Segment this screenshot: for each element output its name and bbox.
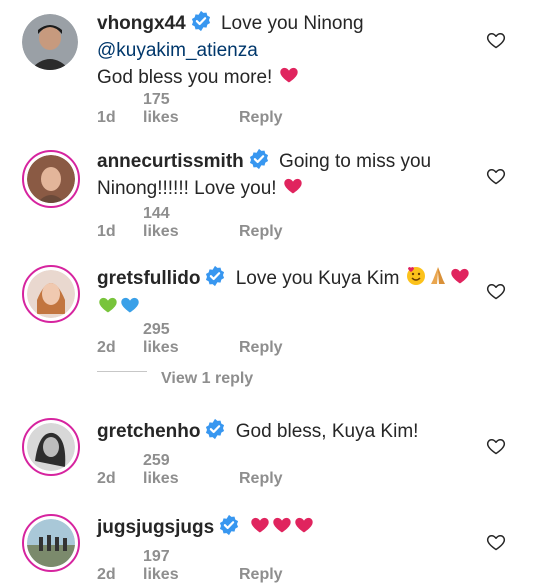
like-heart-icon[interactable]: [486, 166, 506, 186]
likes-count[interactable]: 175 likes: [143, 91, 209, 127]
comment-text: Love you Kuya Kim: [235, 268, 400, 289]
reply-button[interactable]: Reply: [239, 223, 283, 241]
mention-link[interactable]: @kuyakim_atienza: [97, 40, 258, 61]
verified-icon: [248, 148, 270, 170]
username[interactable]: vhongx44: [97, 13, 186, 34]
red-heart-icon: [278, 65, 300, 85]
comment-text: God bless you more!: [97, 67, 273, 88]
comment-text: Going to miss you: [279, 151, 432, 172]
verified-icon: [204, 418, 226, 440]
timestamp: 2d: [97, 566, 116, 583]
red-heart-icon: [249, 515, 271, 535]
replies-divider: [97, 371, 147, 372]
blue-heart-icon: [119, 295, 141, 323]
avatar[interactable]: [22, 14, 78, 70]
likes-count[interactable]: 295 likes: [143, 321, 209, 357]
red-heart-icon: [449, 266, 471, 286]
likes-count[interactable]: 259 likes: [143, 452, 209, 488]
avatar[interactable]: [22, 265, 80, 323]
likes-count[interactable]: 144 likes: [143, 205, 209, 241]
like-heart-icon[interactable]: [486, 436, 506, 456]
comment-text: God bless, Kuya Kim!: [235, 421, 419, 442]
username[interactable]: annecurtissmith: [97, 151, 244, 172]
timestamp: 1d: [97, 109, 116, 126]
green-heart-icon: [97, 295, 119, 323]
verified-icon: [218, 514, 240, 536]
likes-count[interactable]: 197 likes: [143, 548, 209, 584]
reply-button[interactable]: Reply: [239, 566, 283, 584]
avatar[interactable]: [22, 418, 80, 476]
comment-text: Love you Ninong: [220, 13, 364, 34]
verified-icon: [190, 10, 212, 32]
timestamp: 2d: [97, 339, 116, 356]
username[interactable]: gretchenho: [97, 421, 200, 442]
avatar[interactable]: [22, 514, 80, 572]
folded-hands-icon: [427, 264, 449, 294]
reply-button[interactable]: Reply: [239, 470, 283, 488]
red-heart-icon: [282, 176, 304, 196]
reply-button[interactable]: Reply: [239, 109, 283, 127]
view-replies-button[interactable]: View 1 reply: [161, 370, 253, 388]
username[interactable]: gretsfullido: [97, 268, 200, 289]
username[interactable]: jugsjugsjugs: [97, 517, 214, 538]
red-heart-icon: [271, 515, 293, 535]
timestamp: 2d: [97, 470, 116, 487]
like-heart-icon[interactable]: [486, 30, 506, 50]
avatar[interactable]: [22, 150, 80, 208]
timestamp: 1d: [97, 223, 116, 240]
reply-button[interactable]: Reply: [239, 339, 283, 357]
like-heart-icon[interactable]: [486, 281, 506, 301]
verified-icon: [204, 265, 226, 287]
smiling-face-with-hearts-icon: [405, 264, 427, 294]
like-heart-icon[interactable]: [486, 532, 506, 552]
comment-text: Ninong!!!!!! Love you!: [97, 178, 277, 199]
red-heart-icon: [293, 515, 315, 535]
